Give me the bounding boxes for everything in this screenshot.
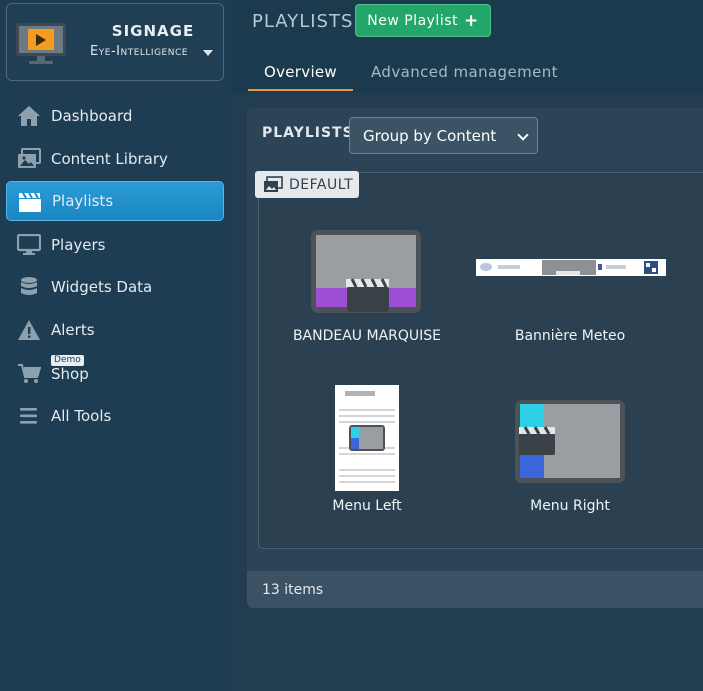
monitor-logo-icon (16, 23, 66, 64)
playlist-card-label[interactable]: Bannière Meteo (475, 328, 665, 344)
brand-switcher[interactable]: SIGNAGE Eye-Intelligence (6, 3, 224, 81)
sidebar-item-all-tools[interactable]: All Tools (6, 396, 224, 436)
chevron-down-icon (517, 129, 529, 141)
sidebar-item-label: Players (51, 236, 106, 254)
group-by-select[interactable]: Group by Content (349, 117, 538, 154)
images-icon (264, 176, 283, 192)
plus-icon: + (464, 10, 479, 31)
sidebar-item-label: Widgets Data (51, 278, 153, 296)
playlist-thumbnail[interactable] (335, 385, 399, 491)
menu-icon (20, 408, 37, 424)
group-tag: DEFAULT (255, 171, 359, 198)
page-title: PLAYLISTS (252, 11, 354, 32)
caret-down-icon (203, 50, 213, 56)
items-count: 13 items (262, 582, 324, 598)
home-icon (18, 106, 40, 126)
sidebar: SIGNAGE Eye-Intelligence Dashboard Conte… (0, 0, 231, 691)
warning-icon (18, 320, 40, 340)
playlist-card-label[interactable]: Menu Left (272, 498, 462, 514)
playlist-thumbnail[interactable] (476, 259, 666, 276)
sidebar-item-label: Playlists (52, 192, 114, 210)
sidebar-item-label: Alerts (51, 321, 95, 339)
monitor-icon (17, 234, 41, 255)
sidebar-item-dashboard[interactable]: Dashboard (6, 96, 224, 136)
clapperboard-icon (19, 192, 41, 212)
sidebar-item-playlists[interactable]: Playlists (6, 181, 224, 221)
playlist-thumbnail[interactable] (514, 399, 626, 484)
cart-icon (18, 364, 41, 383)
new-playlist-label: New Playlist (367, 12, 458, 29)
tab-advanced-management[interactable]: Advanced management (371, 63, 558, 81)
sidebar-item-label: Content Library (51, 150, 168, 168)
sidebar-item-label: Shop (51, 365, 89, 383)
sidebar-item-label: Dashboard (51, 107, 133, 125)
playlist-card-label[interactable]: Menu Right (475, 498, 665, 514)
sidebar-item-label: All Tools (51, 407, 112, 425)
sidebar-item-shop[interactable]: Demo Shop (6, 353, 224, 393)
new-playlist-button[interactable]: New Playlist + (355, 4, 491, 37)
playlist-card-label[interactable]: BANDEAU MARQUISE (272, 328, 462, 344)
images-icon (18, 148, 41, 168)
group-by-select-value: Group by Content (363, 126, 497, 145)
database-icon (21, 277, 37, 295)
brand-subtitle: Eye-Intelligence (90, 44, 188, 59)
sidebar-item-widgets-data[interactable]: Widgets Data (6, 267, 224, 307)
sidebar-item-content-library[interactable]: Content Library (6, 139, 224, 179)
panel-label: PLAYLISTS (262, 125, 354, 141)
group-name: DEFAULT (289, 176, 354, 193)
tab-overview[interactable]: Overview (248, 54, 353, 91)
playlist-thumbnail[interactable] (310, 229, 422, 314)
sidebar-item-alerts[interactable]: Alerts (6, 310, 224, 350)
brand-title: SIGNAGE (111, 22, 195, 40)
sidebar-item-players[interactable]: Players (6, 225, 224, 265)
